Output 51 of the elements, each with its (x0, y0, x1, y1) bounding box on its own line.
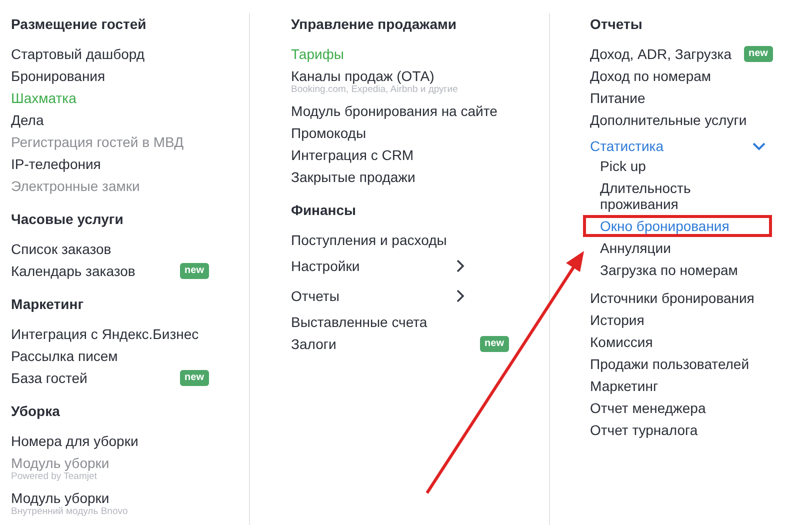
menu-link[interactable]: Отчет менеджера (590, 397, 706, 419)
section-title: Маркетинг (11, 295, 84, 314)
submenu-link[interactable]: Окно бронирования (583, 215, 772, 237)
menu-link[interactable]: IP-телефония (11, 153, 101, 175)
menu-link[interactable]: Доход, ADR, Загрузка (590, 43, 732, 65)
menu-link[interactable]: Номера для уборки (11, 430, 138, 452)
menu-link[interactable]: Модуль бронирования на сайте (291, 100, 498, 122)
menu-link[interactable]: База гостей (11, 367, 88, 389)
menu-link[interactable]: Продажи пользователей (590, 353, 750, 375)
menu-link[interactable]: Выставленные счета (291, 311, 428, 333)
menu-link[interactable]: Источники бронирования (590, 287, 754, 309)
menu-link[interactable]: Маркетинг (590, 375, 658, 397)
submenu-link[interactable]: Загрузка по номерам (583, 259, 772, 281)
menu-link[interactable]: Дела (11, 109, 44, 131)
menu-link[interactable]: Стартовый дашборд (11, 43, 145, 65)
new-badge: new (480, 336, 509, 352)
new-badge: new (180, 263, 209, 279)
submenu-toggle[interactable]: Отчеты (291, 281, 465, 311)
menu-link[interactable]: Поступления и расходы (291, 229, 447, 251)
menu-link[interactable]: Интеграция с CRM (291, 144, 414, 166)
chevron-right-icon (456, 259, 465, 273)
menu-link[interactable]: История (590, 309, 644, 331)
submenu-link[interactable]: Длительность проживания (583, 177, 772, 215)
new-badge: new (744, 46, 773, 62)
section-title: Уборка (11, 402, 60, 421)
menu-link-caption: Powered by Teamjet (11, 471, 97, 483)
section-title: Финансы (291, 201, 356, 220)
menu-link[interactable]: Календарь заказов (11, 260, 136, 282)
section-title: Часовые услуги (11, 210, 124, 229)
menu-link[interactable]: Залоги (291, 333, 336, 355)
menu-link[interactable]: Бронирования (11, 65, 106, 87)
new-badge: new (180, 370, 209, 386)
section-title: Отчеты (590, 15, 642, 34)
menu-link[interactable]: Питание (590, 87, 646, 109)
submenu-link[interactable]: Аннуляции (583, 237, 772, 259)
submenu-toggle[interactable]: Настройки (291, 251, 465, 281)
menu-link[interactable]: Комиссия (590, 331, 653, 353)
menu-link-caption: Booking.com, Expedia, Airbnb и другие (291, 84, 458, 96)
section-title: Размещение гостей (11, 15, 146, 34)
menu-link[interactable]: Дополнительные услуги (590, 109, 747, 131)
chevron-down-icon (752, 142, 766, 150)
menu-link[interactable]: Интеграция с Яндекс.Бизнес (11, 323, 199, 345)
menu-link-caption: Внутренний модуль Bnovo (11, 506, 128, 518)
menu-link[interactable]: Закрытые продажи (291, 166, 416, 188)
section-title: Управление продажами (291, 15, 457, 34)
menu-link[interactable]: Доход по номерам (590, 65, 712, 87)
menu-link[interactable]: Отчет турналога (590, 419, 698, 441)
chevron-right-icon (456, 289, 465, 303)
menu-link[interactable]: Рассылка писем (11, 345, 118, 367)
menu-link[interactable]: Промокоды (291, 122, 366, 144)
menu-link[interactable]: Список заказов (11, 238, 112, 260)
